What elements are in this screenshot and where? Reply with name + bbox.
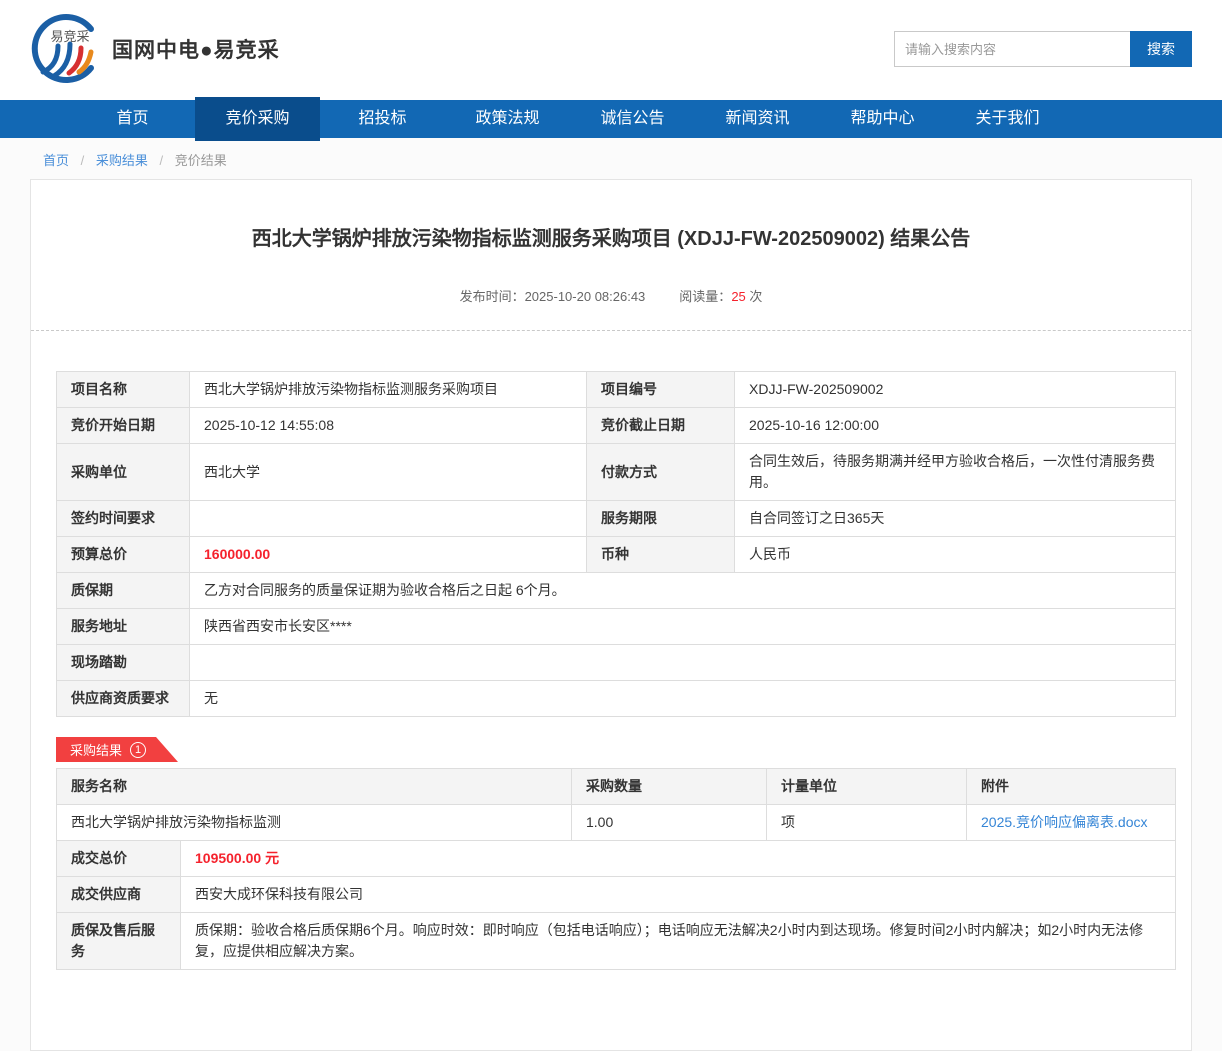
field-label: 竞价开始日期	[57, 408, 190, 444]
field-label: 项目编号	[587, 372, 735, 408]
field-value: 2025-10-16 12:00:00	[735, 408, 1176, 444]
field-label: 付款方式	[587, 444, 735, 501]
field-value: 人民币	[735, 537, 1176, 573]
main-nav: 首页 竞价采购 招投标 政策法规 诚信公告 新闻资讯 帮助中心 关于我们	[0, 100, 1222, 138]
publish-time-value: 2025-10-20 08:26:43	[525, 289, 646, 304]
result-count-badge: 1	[130, 742, 146, 758]
column-header-unit: 计量单位	[767, 769, 967, 805]
announcement-card: 西北大学锅炉排放污染物指标监测服务采购项目 (XDJJ-FW-202509002…	[30, 179, 1192, 1051]
row-purchaser-payment: 采购单位 西北大学 付款方式 合同生效后，待服务期满并经甲方验收合格后，一次性付…	[57, 444, 1176, 501]
project-info-table: 项目名称 西北大学锅炉排放污染物指标监测服务采购项目 项目编号 XDJJ-FW-…	[56, 371, 1176, 717]
publish-time-label: 发布时间：	[460, 289, 525, 304]
result-table-row: 西北大学锅炉排放污染物指标监测 1.00 项 2025.竞价响应偏离表.docx	[57, 805, 1176, 841]
field-label: 成交供应商	[57, 877, 181, 913]
field-label: 现场踏勘	[57, 645, 190, 681]
row-bid-dates: 竞价开始日期 2025-10-12 14:55:08 竞价截止日期 2025-1…	[57, 408, 1176, 444]
purchase-result-label: 采购结果	[70, 740, 122, 759]
field-label: 项目名称	[57, 372, 190, 408]
field-label: 预算总价	[57, 537, 190, 573]
field-label: 质保期	[57, 573, 190, 609]
field-value: 质保期：验收合格后质保期6个月。响应时效：即时响应（包括电话响应）；电话响应无法…	[181, 913, 1176, 970]
field-label: 币种	[587, 537, 735, 573]
field-label: 成交总价	[57, 841, 181, 877]
field-value: 西北大学锅炉排放污染物指标监测服务采购项目	[190, 372, 587, 408]
views-unit: 次	[749, 289, 762, 304]
nav-item-tendering[interactable]: 招投标	[320, 100, 445, 138]
deal-total-price-value: 109500.00 元	[181, 841, 1176, 877]
row-winning-supplier: 成交供应商 西安大成环保科技有限公司	[57, 877, 1176, 913]
field-value: XDJJ-FW-202509002	[735, 372, 1176, 408]
row-site-survey: 现场踏勘	[57, 645, 1176, 681]
field-label: 竞价截止日期	[587, 408, 735, 444]
field-value: 自合同签订之日365天	[735, 501, 1176, 537]
row-budget-currency: 预算总价 160000.00 币种 人民币	[57, 537, 1176, 573]
brand-title: 国网中电●易竞采	[112, 34, 280, 64]
result-table: 服务名称 采购数量 计量单位 附件 西北大学锅炉排放污染物指标监测 1.00 项…	[56, 768, 1176, 841]
row-deal-total-price: 成交总价 109500.00 元	[57, 841, 1176, 877]
search-button[interactable]: 搜索	[1130, 31, 1192, 67]
views-count: 25	[731, 289, 745, 304]
budget-total-value: 160000.00	[190, 537, 587, 573]
field-label: 服务期限	[587, 501, 735, 537]
page-title: 西北大学锅炉排放污染物指标监测服务采购项目 (XDJJ-FW-202509002…	[81, 226, 1141, 252]
field-value: 西北大学	[190, 444, 587, 501]
nav-item-news[interactable]: 新闻资讯	[695, 100, 820, 138]
nav-item-help-center[interactable]: 帮助中心	[820, 100, 945, 138]
site-logo[interactable]: 易竞采 国网中电●易竞采	[28, 10, 280, 88]
attachment-link[interactable]: 2025.竞价响应偏离表.docx	[981, 814, 1148, 830]
article-meta: 发布时间：2025-10-20 08:26:43 阅读量：25 次	[31, 286, 1191, 305]
breadcrumb-home[interactable]: 首页	[43, 153, 69, 168]
row-supplier-qualification: 供应商资质要求 无	[57, 681, 1176, 717]
field-label: 供应商资质要求	[57, 681, 190, 717]
breadcrumb-purchase-results[interactable]: 采购结果	[96, 153, 148, 168]
attachment-cell: 2025.竞价响应偏离表.docx	[967, 805, 1176, 841]
result-table-header: 服务名称 采购数量 计量单位 附件	[57, 769, 1176, 805]
nav-item-about-us[interactable]: 关于我们	[945, 100, 1070, 138]
quantity-cell: 1.00	[572, 805, 767, 841]
field-value: 西安大成环保科技有限公司	[181, 877, 1176, 913]
purchase-result-tag: 采购结果 1	[56, 737, 178, 762]
field-label: 服务地址	[57, 609, 190, 645]
column-header-service-name: 服务名称	[57, 769, 572, 805]
content-area: 首页 / 采购结果 / 竞价结果 西北大学锅炉排放污染物指标监测服务采购项目 (…	[0, 138, 1222, 1051]
field-label: 质保及售后服务	[57, 913, 181, 970]
field-value: 无	[190, 681, 1176, 717]
logo-icon: 易竞采	[28, 10, 104, 88]
nav-item-policies[interactable]: 政策法规	[445, 100, 570, 138]
field-value: 乙方对合同服务的质量保证期为验收合格后之日起 6个月。	[190, 573, 1176, 609]
field-value	[190, 501, 587, 537]
field-label: 签约时间要求	[57, 501, 190, 537]
search-input[interactable]	[894, 31, 1130, 67]
breadcrumb: 首页 / 采购结果 / 竞价结果	[0, 138, 1222, 179]
breadcrumb-separator: /	[81, 153, 85, 168]
row-project-name: 项目名称 西北大学锅炉排放污染物指标监测服务采购项目 项目编号 XDJJ-FW-…	[57, 372, 1176, 408]
views-label: 阅读量：	[679, 289, 731, 304]
field-label: 采购单位	[57, 444, 190, 501]
site-header: 易竞采 国网中电●易竞采 搜索	[0, 0, 1222, 100]
row-warranty: 质保期 乙方对合同服务的质量保证期为验收合格后之日起 6个月。	[57, 573, 1176, 609]
svg-text:易竞采: 易竞采	[50, 29, 89, 44]
breadcrumb-separator: /	[160, 153, 164, 168]
column-header-attachment: 附件	[967, 769, 1176, 805]
unit-cell: 项	[767, 805, 967, 841]
dashed-divider	[31, 330, 1191, 331]
service-name-cell: 西北大学锅炉排放污染物指标监测	[57, 805, 572, 841]
row-warranty-after-sales: 质保及售后服务 质保期：验收合格后质保期6个月。响应时效：即时响应（包括电话响应…	[57, 913, 1176, 970]
nav-item-bidding-purchase[interactable]: 竞价采购	[195, 97, 320, 141]
row-service-address: 服务地址 陕西省西安市长安区****	[57, 609, 1176, 645]
deal-detail-table: 成交总价 109500.00 元 成交供应商 西安大成环保科技有限公司 质保及售…	[56, 840, 1176, 970]
field-value: 陕西省西安市长安区****	[190, 609, 1176, 645]
row-signing-service-term: 签约时间要求 服务期限 自合同签订之日365天	[57, 501, 1176, 537]
nav-item-integrity-notice[interactable]: 诚信公告	[570, 100, 695, 138]
field-value	[190, 645, 1176, 681]
nav-item-home[interactable]: 首页	[70, 100, 195, 138]
column-header-quantity: 采购数量	[572, 769, 767, 805]
field-value: 合同生效后，待服务期满并经甲方验收合格后，一次性付清服务费用。	[735, 444, 1176, 501]
search-bar: 搜索	[894, 31, 1192, 67]
field-value: 2025-10-12 14:55:08	[190, 408, 587, 444]
breadcrumb-current: 竞价结果	[175, 153, 227, 168]
